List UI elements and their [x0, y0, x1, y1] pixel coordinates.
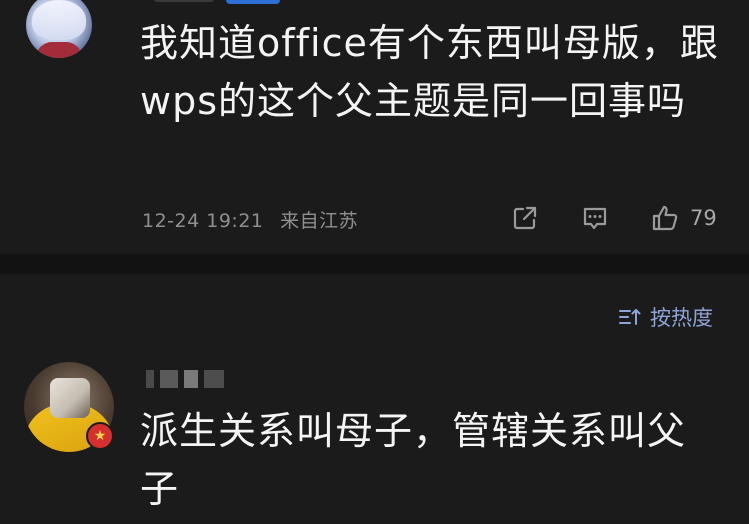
sort-icon [619, 309, 641, 325]
username-top-tag[interactable] [226, 0, 280, 4]
comment-icon [583, 207, 607, 230]
avatar-hair [32, 0, 86, 40]
username-top-blurred [154, 0, 214, 2]
thumbs-up-icon [652, 205, 678, 231]
like-button[interactable]: 79 [650, 202, 717, 234]
section-divider [0, 254, 749, 274]
comment-time: 12-24 19:21 [142, 210, 264, 232]
avatar-collar [36, 42, 82, 58]
top-comment-meta: 12-24 19:21 来自江苏 [142, 206, 358, 233]
share-button[interactable] [510, 202, 540, 234]
second-comment-text[interactable]: 派生关系叫母子，管辖关系叫父子 [140, 402, 720, 518]
top-comment-text[interactable]: 我知道office有个东西叫母版，跟wps的这个父主题是同一回事吗 [140, 14, 720, 130]
star-badge-icon: ★ [86, 422, 114, 450]
sort-by-hot-button[interactable]: 按热度 [618, 302, 713, 332]
avatar-face-blurred [50, 378, 90, 418]
username-bottom-blurred[interactable] [146, 370, 224, 388]
share-icon [513, 206, 537, 230]
like-count: 79 [690, 206, 717, 230]
sort-label: 按热度 [650, 306, 713, 330]
comment-location: 来自江苏 [280, 210, 359, 232]
reply-button[interactable] [580, 202, 610, 234]
